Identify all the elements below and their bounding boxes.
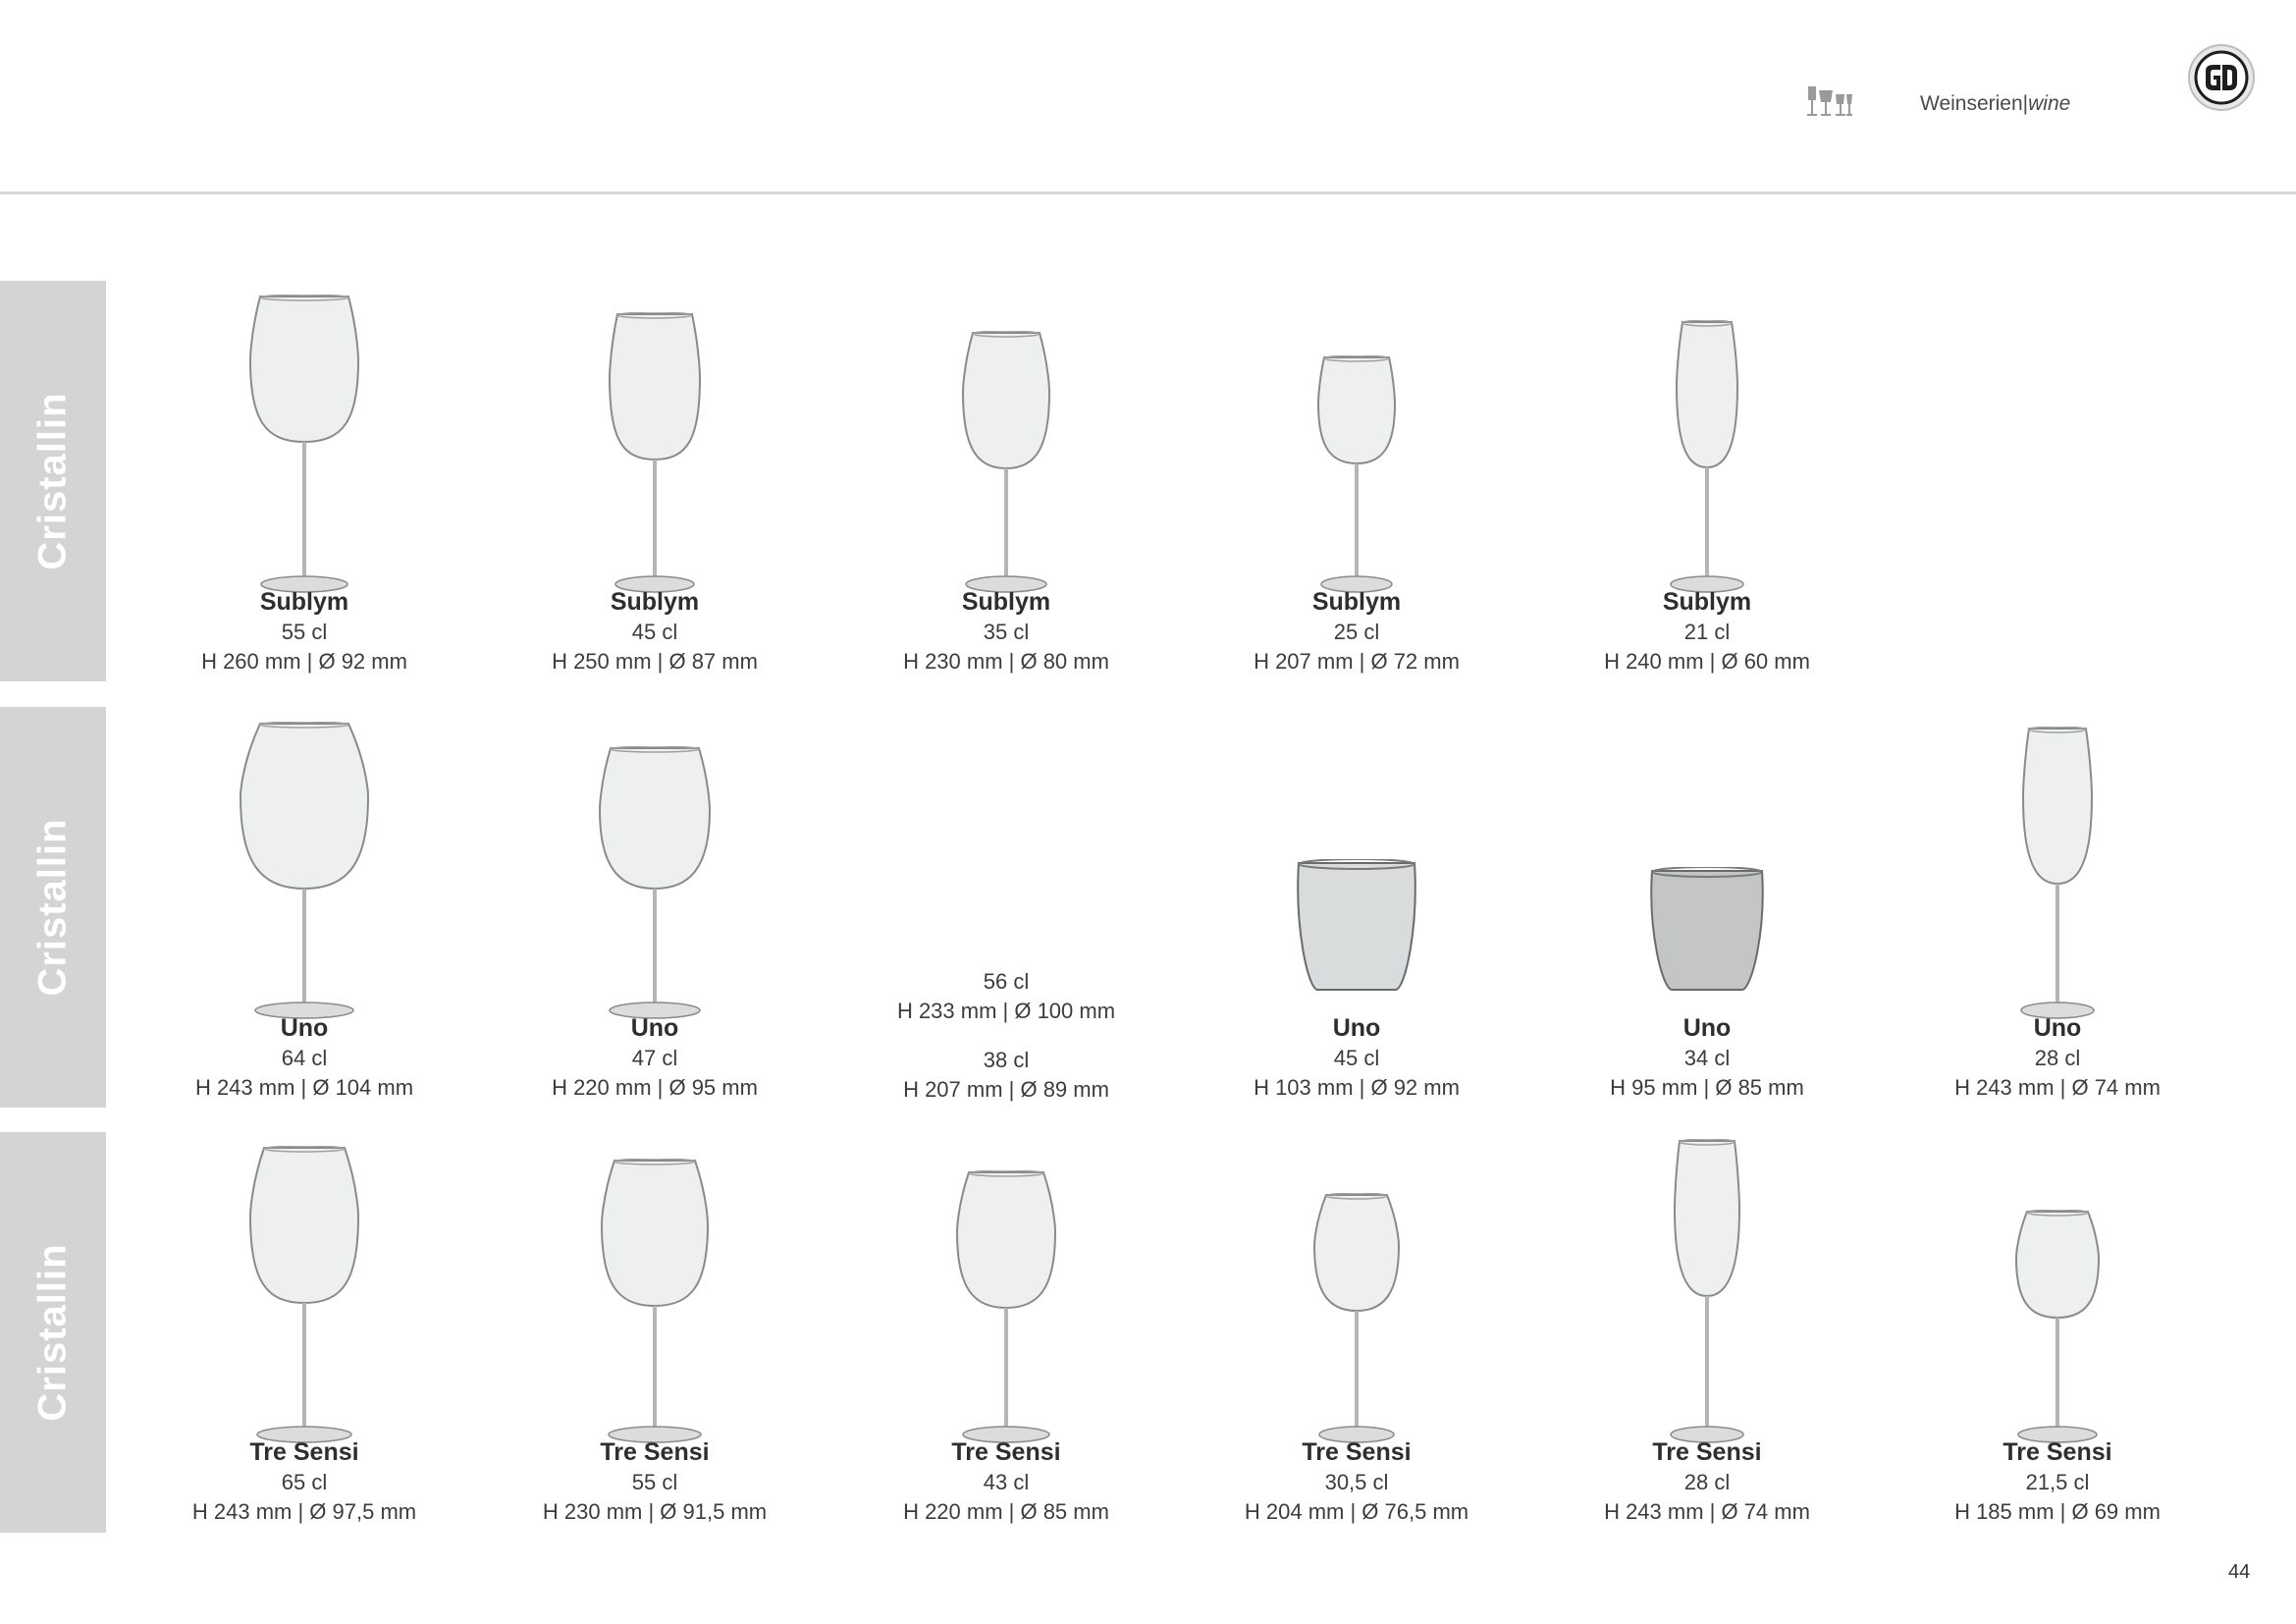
tab-cristallin-1: Cristallin [0, 281, 106, 681]
product-dimensions: H 240 mm | Ø 60 mm [1604, 649, 1810, 674]
section-label-italic: wine [2028, 92, 2071, 115]
header-divider [0, 191, 2296, 194]
product-card: Tre Sensi 28 cl H 243 mm | Ø 74 mm [1560, 1437, 1854, 1527]
wine-glass-image [600, 1159, 710, 1443]
tab-label: Cristallin [30, 818, 75, 997]
tumbler-glass-image [1650, 867, 1764, 991]
product-volume: 28 cl [1683, 1470, 1731, 1494]
product-name: Tre Sensi [1652, 1438, 1762, 1466]
product-name: Tre Sensi [1302, 1438, 1412, 1466]
product-name: Uno [630, 1014, 679, 1042]
product-card: Tre Sensi 55 cl H 230 mm | Ø 91,5 mm [507, 1437, 802, 1527]
wine-glass-image [608, 312, 702, 593]
product-dimensions: H 95 mm | Ø 85 mm [1610, 1075, 1804, 1100]
product-dimensions: H 103 mm | Ø 92 mm [1254, 1075, 1460, 1100]
product-dimensions: H 185 mm | Ø 69 mm [1954, 1499, 2161, 1524]
product-dimensions: H 220 mm | Ø 85 mm [903, 1499, 1109, 1524]
wine-glass-image [598, 746, 712, 1019]
tab-cristallin-2: Cristallin [0, 707, 106, 1108]
glasses-icon [1807, 86, 1852, 116]
product-dimensions: H 260 mm | Ø 92 mm [201, 649, 407, 674]
wine-glass-image [961, 331, 1051, 593]
wine-glass-image [1670, 1139, 1744, 1443]
tab-label: Cristallin [30, 392, 75, 570]
product-dimensions: H 243 mm | Ø 74 mm [1954, 1075, 2161, 1100]
product-volume: 47 cl [631, 1046, 678, 1070]
product-dimensions: H 233 mm | Ø 100 mm [896, 999, 1116, 1023]
product-name: Sublym [961, 588, 1051, 616]
product-volume: 43 cl [983, 1470, 1030, 1494]
product-name: Uno [1682, 1014, 1732, 1042]
wine-glass-image [248, 295, 360, 593]
wine-glass-image [239, 722, 370, 1019]
product-card: Sublym 45 cl H 250 mm | Ø 87 mm [507, 587, 802, 677]
gd-logo-icon [2188, 44, 2255, 111]
product-dimensions: H 230 mm | Ø 91,5 mm [542, 1499, 768, 1524]
product-volume: 28 cl [2034, 1046, 2081, 1070]
product-name: Uno [2033, 1014, 2082, 1042]
product-volume: 34 cl [1683, 1046, 1731, 1070]
product-volume: 55 cl [281, 620, 328, 644]
product-dimensions: H 243 mm | Ø 104 mm [194, 1075, 414, 1100]
product-volume: 30,5 cl [1324, 1470, 1389, 1494]
product-card: Tre Sensi 65 cl H 243 mm | Ø 97,5 mm [157, 1437, 452, 1527]
product-name: Tre Sensi [2002, 1438, 2112, 1466]
tab-cristallin-3: Cristallin [0, 1132, 106, 1533]
product-volume: 55 cl [631, 1470, 678, 1494]
product-volume: 21,5 cl [2025, 1470, 2090, 1494]
product-card: Sublym 25 cl H 207 mm | Ø 72 mm [1209, 587, 1504, 677]
wine-glass-image [2014, 1210, 2101, 1443]
product-dimensions: H 207 mm | Ø 72 mm [1254, 649, 1460, 674]
product-dimensions: H 204 mm | Ø 76,5 mm [1244, 1499, 1469, 1524]
product-dimensions: H 220 mm | Ø 95 mm [552, 1075, 758, 1100]
section-label: Weinserien|wine [1920, 92, 2070, 116]
product-card: Sublym 55 cl H 260 mm | Ø 92 mm [157, 587, 452, 677]
wine-glass-image [248, 1146, 360, 1443]
product-card: Tre Sensi 43 cl H 220 mm | Ø 85 mm [859, 1437, 1153, 1527]
product-volume-alt: 38 cl [983, 1048, 1030, 1072]
product-dimensions: H 243 mm | Ø 97,5 mm [191, 1499, 417, 1524]
wine-glass-image [1670, 320, 1744, 593]
product-card: Sublym 21 cl H 240 mm | Ø 60 mm [1560, 587, 1854, 677]
product-name: Sublym [610, 588, 700, 616]
product-volume: 45 cl [631, 620, 678, 644]
product-name: Uno [280, 1014, 329, 1042]
product-name: Sublym [1311, 588, 1402, 616]
wine-glass-image [1312, 1193, 1401, 1443]
wine-glass-image [2020, 727, 2095, 1019]
product-name: Tre Sensi [600, 1438, 710, 1466]
product-volume: 45 cl [1333, 1046, 1380, 1070]
page-number: 44 [2228, 1561, 2251, 1583]
product-card: Uno 64 cl H 243 mm | Ø 104 mm [157, 1013, 452, 1103]
product-volume: 35 cl [983, 620, 1030, 644]
product-dimensions: H 230 mm | Ø 80 mm [903, 649, 1109, 674]
product-name: Sublym [259, 588, 349, 616]
product-card: Uno 34 cl H 95 mm | Ø 85 mm [1560, 1013, 1854, 1103]
product-volume: 65 cl [281, 1470, 328, 1494]
product-name: Uno [1332, 1014, 1381, 1042]
product-name: Sublym [1662, 588, 1752, 616]
product-card: Tre Sensi 30,5 cl H 204 mm | Ø 76,5 mm [1209, 1437, 1504, 1527]
product-name: Tre Sensi [249, 1438, 359, 1466]
product-volume: 64 cl [281, 1046, 328, 1070]
section-label-text: Weinserien| [1920, 92, 2029, 115]
product-card: Sublym 35 cl H 230 mm | Ø 80 mm [859, 587, 1153, 677]
wine-glass-image [1316, 355, 1397, 593]
product-name: Tre Sensi [951, 1438, 1061, 1466]
product-dimensions: H 243 mm | Ø 74 mm [1604, 1499, 1810, 1524]
product-card: Uno 45 cl H 103 mm | Ø 92 mm [1209, 1013, 1504, 1103]
product-card: Uno 28 cl H 243 mm | Ø 74 mm [1910, 1013, 2205, 1103]
product-volume: 56 cl [983, 969, 1030, 994]
wine-glass-image [955, 1170, 1057, 1443]
product-card: Tre Sensi 21,5 cl H 185 mm | Ø 69 mm [1910, 1437, 2205, 1527]
product-volume: 25 cl [1333, 620, 1380, 644]
product-card: Uno 47 cl H 220 mm | Ø 95 mm [507, 1013, 802, 1103]
tumbler-glass-image [1297, 859, 1416, 991]
tab-label: Cristallin [30, 1243, 75, 1422]
product-dimensions-alt: H 207 mm | Ø 89 mm [903, 1077, 1109, 1102]
product-dimensions: H 250 mm | Ø 87 mm [552, 649, 758, 674]
product-card-no-image: 56 cl H 233 mm | Ø 100 mm 38 cl H 207 mm… [859, 967, 1153, 1105]
product-volume: 21 cl [1683, 620, 1731, 644]
